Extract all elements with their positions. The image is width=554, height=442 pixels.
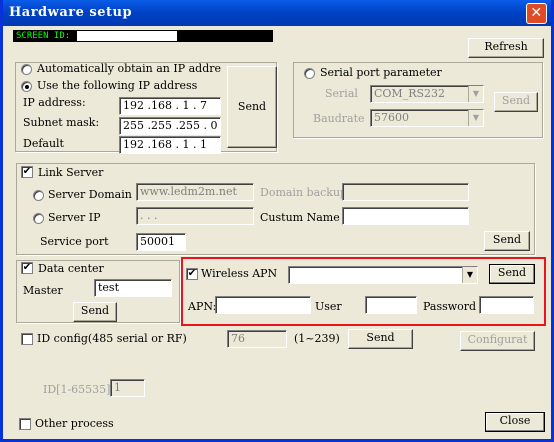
serial-port-label: Serial port parameter — [320, 66, 442, 79]
default-gateway-field[interactable]: 192 .168 . 1 . 1 — [119, 136, 221, 154]
id-range-label: ID[1-65535] — [43, 383, 111, 396]
server-ip-radio[interactable] — [33, 213, 44, 224]
close-button[interactable]: Close — [485, 412, 545, 432]
server-ip-field[interactable]: . . . — [136, 207, 254, 225]
master-label: Master — [23, 284, 63, 297]
screen-id-bar: SCREEN ID: — [13, 30, 273, 42]
baudrate-select-value: 57600 — [374, 111, 409, 124]
serial-select[interactable]: COM_RS232 ▼ — [370, 85, 484, 103]
auto-ip-label: Automatically obtain an IP addre — [37, 62, 221, 75]
custum-name-field[interactable] — [342, 207, 469, 225]
server-domain-radio[interactable] — [33, 190, 44, 201]
link-server-checkbox[interactable]: ✔ — [21, 166, 33, 178]
user-label: User — [315, 300, 342, 313]
ip-address-label: IP address: — [23, 96, 86, 109]
link-server-label: Link Server — [38, 166, 104, 179]
custum-name-label: Custum Name — [260, 211, 340, 224]
link-send-button[interactable]: Send — [484, 231, 530, 251]
chevron-down-icon: ▼ — [468, 86, 483, 102]
id-config-label: ID config(485 serial or RF) — [37, 332, 187, 345]
service-port-label: Service port — [40, 235, 109, 248]
id-range-field[interactable]: 1 — [110, 379, 145, 397]
service-port-field[interactable]: 50001 — [136, 233, 186, 251]
wireless-apn-label: Wireless APN — [201, 267, 278, 280]
screen-id-label: SCREEN ID: — [16, 31, 71, 41]
manual-ip-radio[interactable] — [21, 81, 32, 92]
refresh-button[interactable]: Refresh — [468, 38, 544, 58]
wireless-apn-select[interactable]: ▼ — [288, 266, 478, 284]
data-center-label: Data center — [38, 262, 104, 275]
id-config-checkbox[interactable] — [21, 333, 33, 345]
domain-backup-label: Domain backup — [260, 186, 348, 199]
server-domain-field[interactable]: www.ledm2m.net — [136, 183, 254, 201]
auto-ip-radio[interactable] — [21, 64, 32, 75]
other-process-label: Other process — [35, 417, 114, 430]
chevron-down-icon: ▼ — [468, 110, 483, 126]
id-config-send-button[interactable]: Send — [348, 329, 413, 349]
subnet-mask-field[interactable]: 255 .255 .255 . 0 — [119, 117, 221, 135]
chevron-down-icon: ▼ — [462, 267, 477, 283]
data-center-checkbox[interactable]: ✔ — [21, 262, 33, 274]
apn-label: APN: — [188, 300, 217, 313]
data-center-send-button[interactable]: Send — [73, 302, 117, 322]
apn-field[interactable] — [215, 296, 311, 314]
serial-select-value: COM_RS232 — [374, 87, 446, 100]
subnet-mask-label: Subnet mask: — [23, 116, 100, 129]
server-ip-label: Server IP — [48, 211, 101, 224]
domain-backup-field[interactable] — [342, 183, 469, 201]
window-title: Hardware setup — [9, 5, 133, 20]
id-config-field[interactable]: 76 — [227, 330, 287, 348]
serial-send-button[interactable]: Send — [494, 92, 538, 112]
wireless-apn-checkbox[interactable]: ✔ — [186, 268, 198, 280]
baudrate-select[interactable]: 57600 ▼ — [370, 109, 484, 127]
close-icon[interactable]: ✕ — [526, 3, 547, 24]
ip-send-button[interactable]: Send — [227, 66, 277, 148]
hardware-setup-window: Hardware setup ✕ SCREEN ID: Refresh Auto… — [0, 0, 554, 442]
apn-send-button[interactable]: Send — [489, 264, 535, 284]
id-config-range-label: (1~239) — [294, 332, 340, 345]
manual-ip-label: Use the following IP address — [37, 79, 198, 92]
configurat-button[interactable]: Configurat — [460, 331, 535, 351]
master-field[interactable]: test — [94, 279, 172, 297]
password-label: Password — [423, 300, 477, 313]
serial-port-radio[interactable] — [304, 68, 315, 79]
password-field[interactable] — [479, 296, 534, 314]
screen-id-value — [77, 31, 177, 41]
server-domain-label: Server Domain — [48, 188, 132, 201]
serial-label: Serial — [325, 87, 358, 100]
ip-address-field[interactable]: 192 .168 . 1 . 7 — [119, 97, 221, 115]
baudrate-label: Baudrate — [313, 112, 365, 125]
default-gateway-label: Default — [23, 137, 64, 150]
user-field[interactable] — [365, 296, 417, 314]
title-bar: Hardware setup ✕ — [3, 0, 551, 26]
other-process-checkbox[interactable] — [19, 418, 31, 430]
